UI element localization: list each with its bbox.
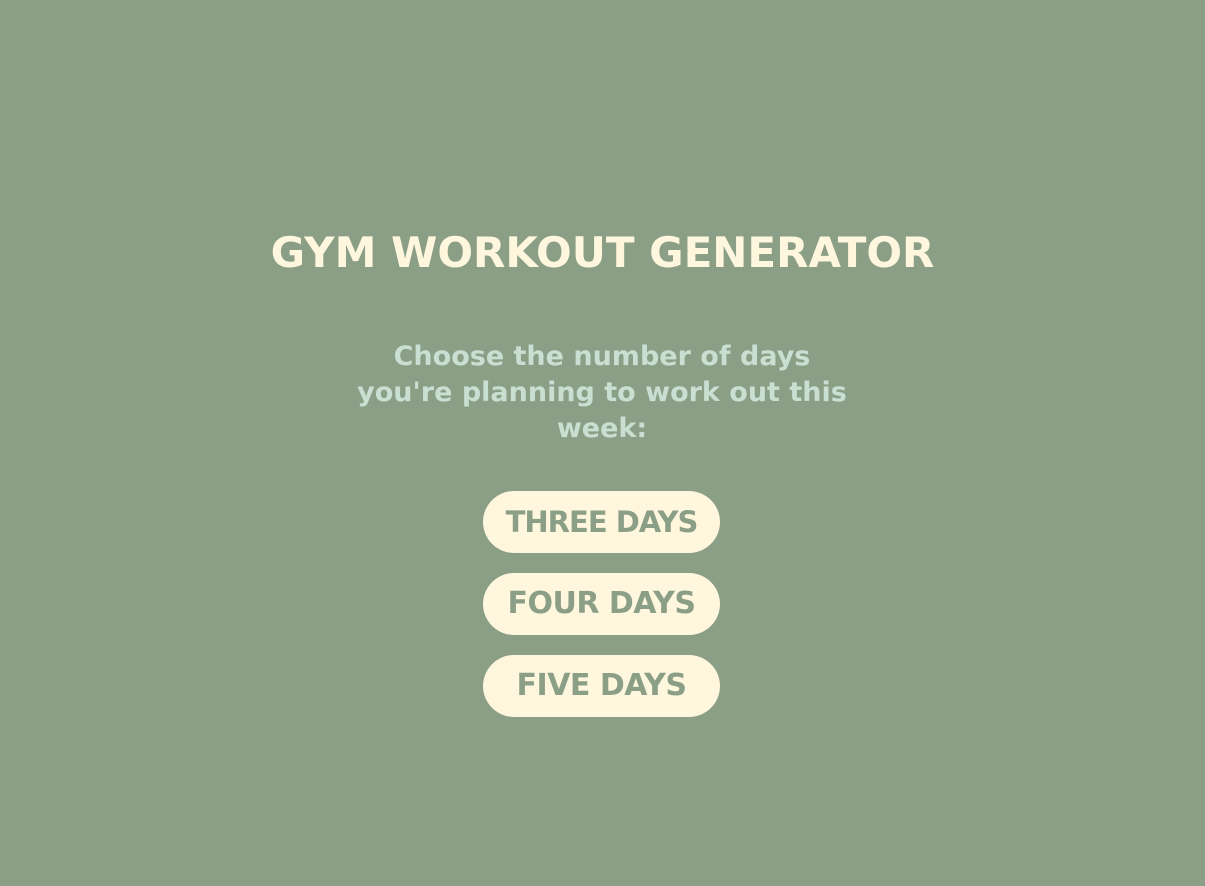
four-days-button[interactable]: FOUR DAYS <box>483 573 720 635</box>
day-count-prompt: Choose the number of days you're plannin… <box>357 341 847 444</box>
three-days-button[interactable]: THREE DAYS <box>483 491 720 553</box>
workout-generator-page: GYM WORKOUT GENERATOR Choose the number … <box>0 0 1205 886</box>
page-title: GYM WORKOUT GENERATOR <box>270 228 935 277</box>
five-days-button[interactable]: FIVE DAYS <box>483 655 720 717</box>
day-options: THREE DAYS FOUR DAYS FIVE DAYS <box>483 491 720 737</box>
